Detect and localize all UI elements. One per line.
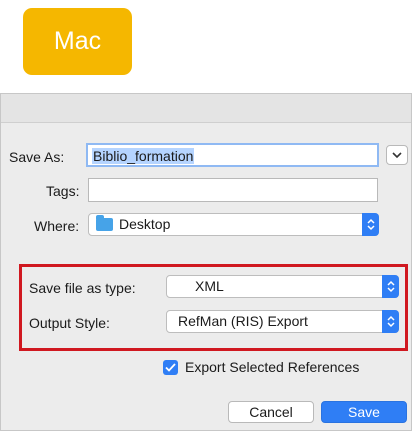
where-value: Desktop	[119, 216, 171, 232]
file-type-popup[interactable]: XML	[166, 275, 399, 298]
file-type-label: Save file as type:	[29, 280, 136, 296]
mac-badge: Mac	[23, 8, 132, 75]
tags-label: Tags:	[46, 183, 80, 199]
expand-dialog-button[interactable]	[386, 145, 408, 165]
dialog-titlebar	[1, 94, 411, 123]
popup-arrows-icon	[382, 275, 399, 298]
save-button[interactable]: Save	[321, 401, 407, 423]
where-popup[interactable]: Desktop	[88, 213, 379, 236]
popup-arrows-icon	[382, 310, 399, 333]
save-dialog: Save As: Biblio_formation Tags: Where: D…	[0, 93, 412, 431]
tags-input[interactable]	[88, 178, 378, 202]
checkmark-icon	[165, 363, 176, 372]
save-as-value: Biblio_formation	[92, 148, 195, 164]
save-as-label: Save As:	[9, 149, 65, 165]
export-selected-checkbox[interactable]	[163, 360, 178, 375]
export-selected-label: Export Selected References	[185, 359, 360, 375]
mac-badge-label: Mac	[53, 27, 102, 55]
popup-arrows-icon	[362, 213, 379, 236]
output-style-popup[interactable]: RefMan (RIS) Export	[166, 310, 399, 333]
where-label: Where:	[34, 218, 80, 234]
save-as-input[interactable]: Biblio_formation	[86, 143, 379, 167]
output-style-value: RefMan (RIS) Export	[178, 313, 308, 329]
folder-icon	[96, 215, 113, 231]
output-style-label: Output Style:	[29, 315, 110, 331]
chevron-down-icon	[392, 151, 402, 158]
cancel-button[interactable]: Cancel	[228, 401, 314, 423]
file-type-value: XML	[195, 278, 224, 294]
